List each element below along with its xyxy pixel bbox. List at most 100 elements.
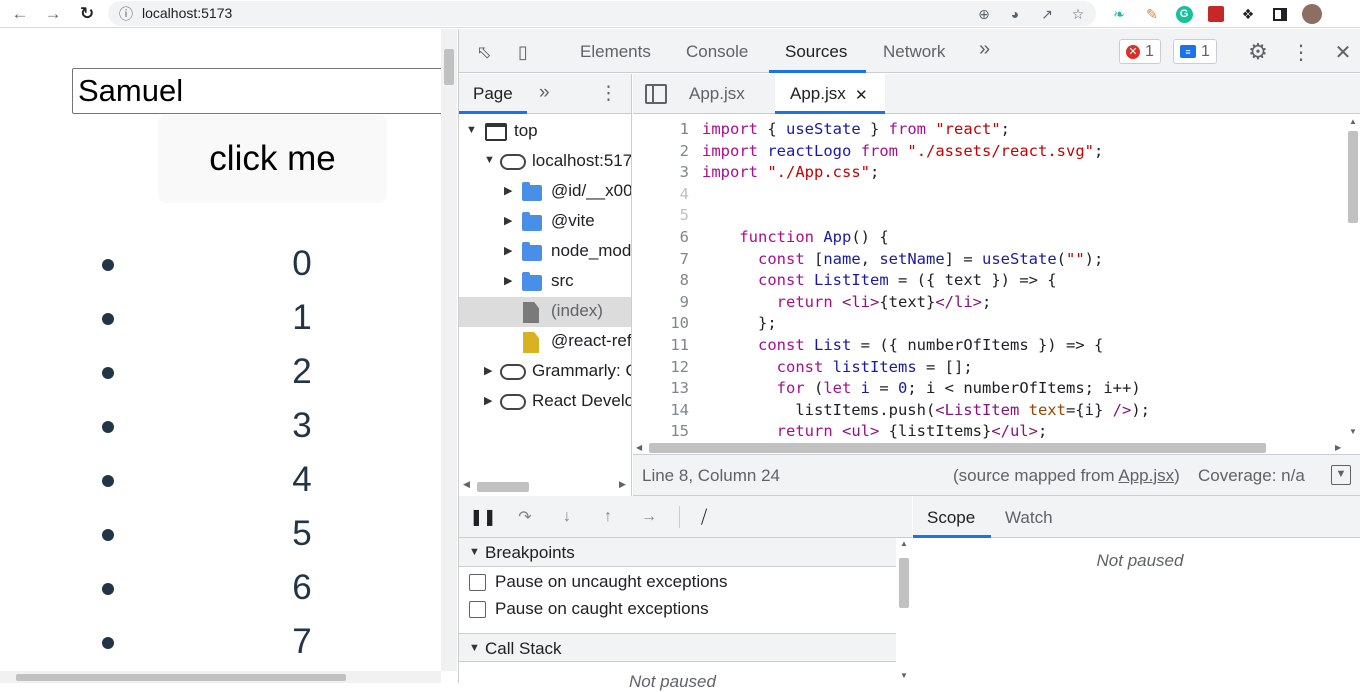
step-over-icon[interactable]: ↷ bbox=[514, 506, 536, 528]
tree-item-node-modules[interactable]: ▶ node_modules bbox=[459, 237, 631, 267]
pause-uncaught-row[interactable]: Pause on uncaught exceptions bbox=[459, 569, 896, 596]
editor-vertical-scroll-thumb[interactable] bbox=[1348, 131, 1358, 223]
scroll-left-arrow-icon[interactable]: ◀ bbox=[636, 443, 642, 452]
tab-console[interactable]: Console bbox=[686, 42, 748, 62]
scroll-right-arrow-icon[interactable]: ▶ bbox=[1335, 443, 1341, 452]
editor-horizontal-scroll-thumb[interactable] bbox=[649, 443, 1266, 453]
call-stack-section-header[interactable]: ▼ Call Stack bbox=[459, 633, 896, 662]
debugger-scroll-thumb[interactable] bbox=[899, 558, 909, 608]
list-item: 5 bbox=[0, 510, 441, 564]
line-number: 13 bbox=[670, 379, 689, 398]
tree-label: @react-refresh bbox=[551, 331, 632, 350]
code-lines[interactable]: 1 import { useState } from "react"; 2 impo… bbox=[633, 115, 1345, 441]
close-tab-icon[interactable]: ✕ bbox=[855, 86, 868, 104]
more-tabs-icon[interactable]: » bbox=[979, 38, 990, 61]
inspect-element-icon[interactable]: ⬁ bbox=[472, 40, 496, 64]
page-horizontal-scrollbar[interactable] bbox=[0, 671, 441, 683]
extension-bird-icon[interactable]: ❧ bbox=[1108, 3, 1130, 25]
tree-item-react-refresh[interactable]: @react-refresh bbox=[459, 327, 632, 357]
scroll-up-arrow-icon[interactable]: ▲ bbox=[900, 539, 908, 548]
step-icon[interactable]: → bbox=[638, 506, 660, 528]
tab-sources[interactable]: Sources bbox=[785, 42, 847, 62]
more-options-icon[interactable]: ⋮ bbox=[1289, 40, 1313, 64]
performance-icon[interactable]: ◕ bbox=[1005, 4, 1025, 24]
source-map-link[interactable]: App.jsx bbox=[1118, 466, 1174, 485]
tree-label: top bbox=[514, 121, 538, 140]
scroll-left-arrow-icon[interactable]: ◀ bbox=[463, 479, 470, 490]
code-line: 13 for (let i = 0; i < numberOfItems; i+… bbox=[633, 379, 1345, 401]
editor-vertical-scrollbar[interactable]: ▲ ▼ bbox=[1345, 115, 1360, 441]
tab-elements[interactable]: Elements bbox=[580, 42, 651, 62]
source-map-prefix: (source mapped from bbox=[953, 466, 1119, 485]
back-icon[interactable]: ← bbox=[9, 3, 31, 25]
tree-item-localhost[interactable]: ▼ localhost:5173 bbox=[459, 147, 631, 177]
code-line: 6 function App() { bbox=[633, 228, 1345, 250]
scroll-right-arrow-icon[interactable]: ▶ bbox=[619, 479, 626, 490]
page-vertical-scrollbar[interactable] bbox=[441, 29, 457, 671]
sources-navigator: Page » ⋮ ▼ top ▼ localhost:5173 ▶ @id/__… bbox=[459, 74, 632, 496]
tab-network[interactable]: Network bbox=[883, 42, 945, 62]
tab-scope[interactable]: Scope bbox=[927, 508, 975, 528]
scroll-down-arrow-icon[interactable]: ▼ bbox=[1349, 427, 1357, 436]
editor-tab-app-jsx-active[interactable]: App.jsx bbox=[790, 84, 846, 104]
side-panel-icon[interactable] bbox=[1269, 3, 1291, 25]
tab-page[interactable]: Page bbox=[473, 84, 513, 104]
page-viewport: click me 0 1 2 3 4 5 6 7 bbox=[0, 29, 441, 683]
share-icon[interactable]: ↗ bbox=[1037, 4, 1057, 24]
profile-avatar-icon[interactable] bbox=[1301, 3, 1323, 25]
pause-icon[interactable]: ❚❚ bbox=[470, 506, 497, 528]
tree-item-grammarly[interactable]: ▶ Grammarly: G bbox=[459, 357, 631, 387]
debugger-sidebar: ❚❚ ↷ ↓ ↑ → ⧸ ▼ Breakpoints Pause on unca… bbox=[459, 496, 912, 691]
error-count-badge[interactable]: ✕ 1 bbox=[1119, 39, 1161, 64]
step-out-icon[interactable]: ↑ bbox=[597, 506, 619, 528]
extension-pen-icon[interactable]: ✎ bbox=[1141, 3, 1163, 25]
address-bar[interactable]: ⓘ localhost:5173 ⊕ ◕ ↗ ☆ bbox=[108, 1, 1096, 26]
zoom-icon[interactable]: ⊕ bbox=[974, 4, 994, 24]
tree-label: (index) bbox=[551, 301, 603, 320]
page-vertical-scroll-thumb[interactable] bbox=[444, 49, 454, 85]
device-toolbar-icon[interactable]: ▯ bbox=[511, 40, 535, 64]
tree-item-react-devtools[interactable]: ▶ React Develo bbox=[459, 387, 631, 417]
navigator-scroll-thumb[interactable] bbox=[477, 482, 529, 492]
scroll-down-arrow-icon[interactable]: ▼ bbox=[900, 671, 908, 680]
tree-item-src[interactable]: ▶ src bbox=[459, 267, 631, 297]
debugger-vertical-scrollbar[interactable]: ▲ ▼ bbox=[896, 538, 912, 683]
section-label: Breakpoints bbox=[485, 543, 575, 562]
scroll-up-arrow-icon[interactable]: ▲ bbox=[1349, 117, 1357, 126]
breakpoints-section-header[interactable]: ▼ Breakpoints bbox=[459, 538, 896, 567]
navigator-more-icon[interactable]: » bbox=[539, 82, 550, 104]
click-me-button[interactable]: click me bbox=[158, 115, 387, 203]
bullet-icon bbox=[102, 259, 114, 271]
tree-item-index[interactable]: (index) bbox=[459, 297, 631, 327]
page-horizontal-scroll-thumb[interactable] bbox=[16, 674, 346, 681]
tab-watch[interactable]: Watch bbox=[1005, 508, 1053, 528]
editor-tab-app-jsx[interactable]: App.jsx bbox=[689, 84, 745, 104]
url-text[interactable]: localhost:5173 bbox=[142, 5, 232, 21]
tree-item-id-x00[interactable]: ▶ @id/__x00 bbox=[459, 177, 631, 207]
info-icon[interactable]: ⓘ bbox=[116, 4, 136, 24]
settings-gear-icon[interactable]: ⚙ bbox=[1246, 39, 1270, 64]
pause-caught-checkbox[interactable] bbox=[469, 601, 486, 618]
bookmark-star-icon[interactable]: ☆ bbox=[1068, 4, 1088, 24]
toggle-debugger-icon[interactable]: ▼ bbox=[1331, 465, 1351, 485]
code-line: 4 bbox=[633, 185, 1345, 207]
close-devtools-icon[interactable]: ✕ bbox=[1331, 40, 1355, 64]
tree-item-vite[interactable]: ▶ @vite bbox=[459, 207, 631, 237]
step-into-icon[interactable]: ↓ bbox=[556, 506, 578, 528]
forward-icon[interactable]: → bbox=[42, 3, 64, 25]
deactivate-breakpoints-icon[interactable]: ⧸ bbox=[693, 506, 715, 528]
tree-item-top[interactable]: ▼ top bbox=[459, 117, 631, 147]
name-input[interactable] bbox=[72, 68, 441, 114]
extensions-puzzle-icon[interactable]: ❖ bbox=[1237, 3, 1259, 25]
pause-uncaught-checkbox[interactable] bbox=[469, 574, 486, 591]
pause-caught-row[interactable]: Pause on caught exceptions bbox=[459, 596, 896, 623]
reload-icon[interactable]: ↻ bbox=[76, 3, 98, 25]
navigator-horizontal-scrollbar[interactable]: ◀ ▶ bbox=[459, 476, 631, 496]
grammarly-icon[interactable]: G bbox=[1173, 3, 1195, 25]
message-count-badge[interactable]: ≡ 1 bbox=[1173, 39, 1217, 64]
checkbox-label: Pause on uncaught exceptions bbox=[495, 572, 728, 591]
editor-horizontal-scrollbar[interactable]: ◀ ▶ bbox=[633, 441, 1345, 454]
navigator-menu-icon[interactable]: ⋮ bbox=[599, 82, 618, 105]
toggle-navigator-icon[interactable] bbox=[645, 84, 667, 104]
extension-red-icon[interactable] bbox=[1205, 3, 1227, 25]
